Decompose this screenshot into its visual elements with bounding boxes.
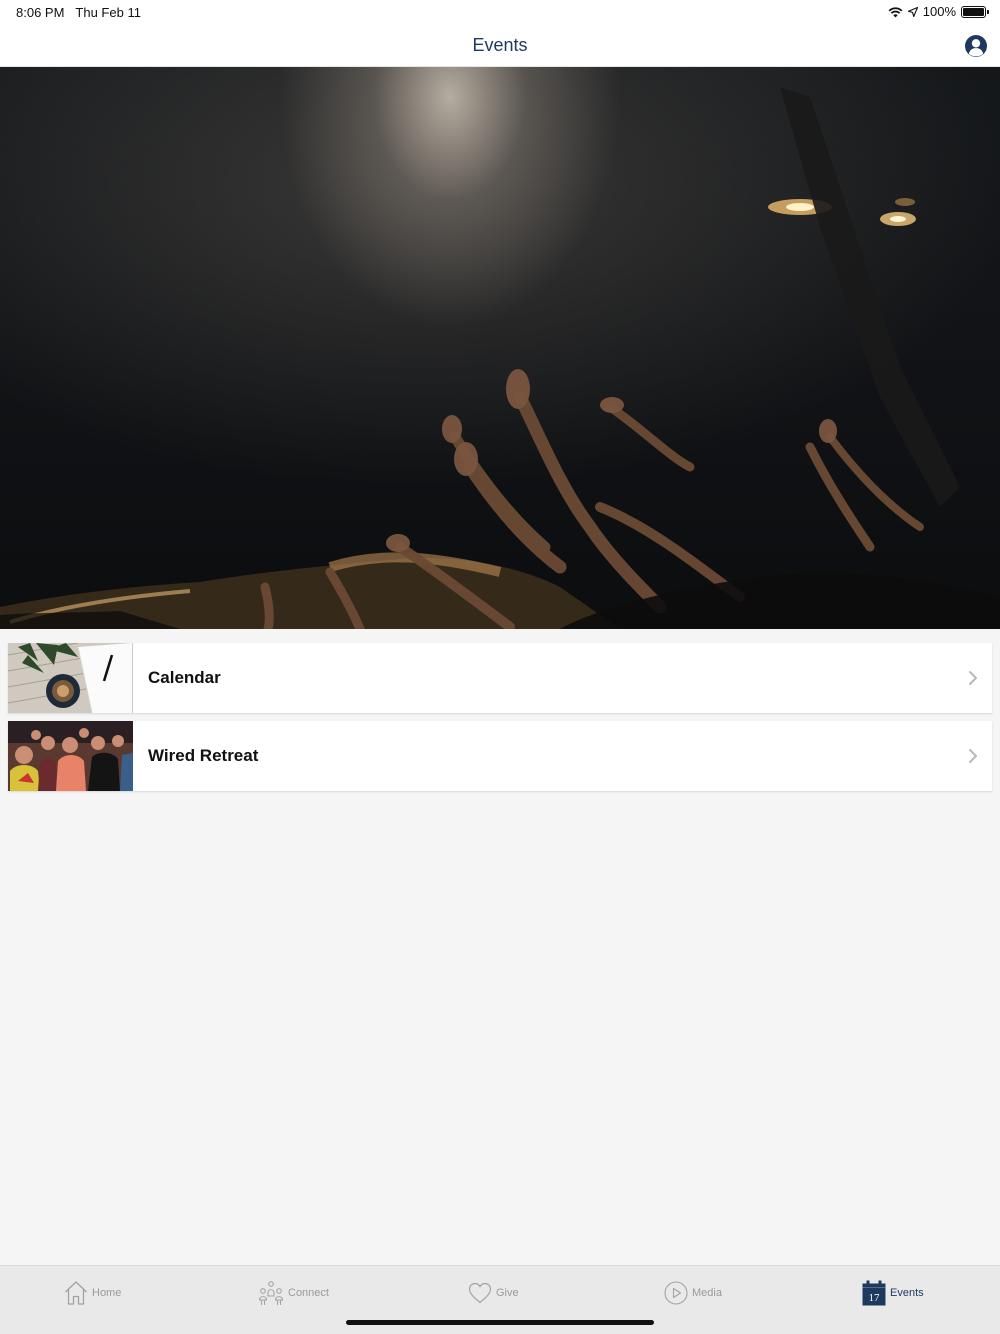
tab-label: Give	[496, 1287, 519, 1299]
status-bar: 8:06 PM Thu Feb 11 100%	[0, 0, 1000, 24]
tab-label: Media	[692, 1287, 722, 1299]
tab-label: Home	[92, 1287, 122, 1299]
tab-connect[interactable]: Connect	[258, 1278, 329, 1308]
events-list: Calendar Wired Retreat	[8, 643, 992, 799]
battery-percent: 100%	[922, 4, 956, 19]
wifi-icon	[888, 6, 903, 17]
tab-give[interactable]: Give	[468, 1278, 519, 1308]
list-item-label: Calendar	[148, 668, 221, 687]
status-time: 8:06 PM	[16, 5, 65, 20]
retreat-crowd-photo	[8, 721, 133, 791]
status-date: Thu Feb 11	[75, 5, 141, 20]
home-indicator[interactable]	[346, 1320, 654, 1325]
calendar-notebook-photo	[8, 643, 133, 713]
home-icon	[65, 1281, 87, 1305]
tab-home[interactable]: Home	[64, 1278, 121, 1308]
tab-media[interactable]: Media	[664, 1278, 722, 1308]
calendar-icon-number: 17	[869, 1292, 881, 1304]
people-icon	[258, 1281, 284, 1305]
user-circle-icon[interactable]	[964, 34, 988, 58]
hero-image	[0, 67, 1000, 629]
battery-icon	[961, 5, 989, 18]
status-left: 8:06 PM Thu Feb 11	[16, 5, 141, 20]
list-item-wired-retreat[interactable]: Wired Retreat	[8, 721, 992, 791]
status-right: 100%	[888, 4, 989, 19]
play-circle-icon	[664, 1281, 688, 1305]
tab-label: Events	[890, 1287, 924, 1299]
navigation-bar: Events	[0, 24, 1000, 67]
location-arrow-icon	[907, 6, 918, 17]
tab-label: Connect	[288, 1287, 329, 1299]
list-item-calendar[interactable]: Calendar	[8, 643, 992, 713]
chevron-right-icon	[969, 671, 977, 685]
heart-icon	[468, 1282, 492, 1304]
worship-hands-photo	[0, 87, 1000, 629]
calendar-icon: 17	[862, 1280, 886, 1306]
page-title: Events	[472, 35, 528, 55]
tab-events[interactable]: 17 Events	[862, 1278, 924, 1308]
list-item-label: Wired Retreat	[148, 746, 259, 765]
chevron-right-icon	[969, 749, 977, 763]
